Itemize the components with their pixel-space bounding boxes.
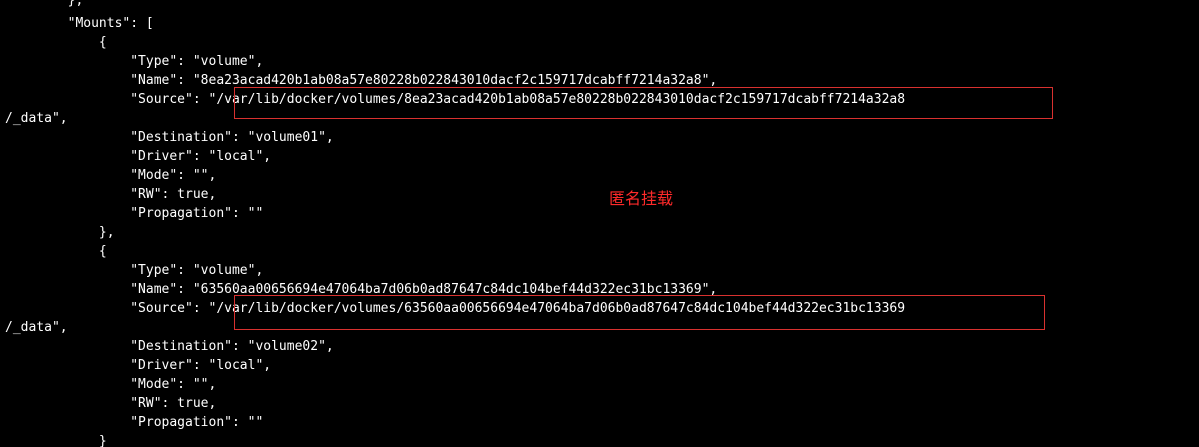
json-line-mount1-driver: "Driver": "local",	[5, 149, 272, 164]
json-line-mount2-propagation: "Propagation": ""	[5, 415, 264, 430]
json-line-mount1-open: {	[5, 35, 107, 50]
json-line-mounts-prev-close: },	[5, 0, 84, 8]
json-line-mount2-rw: "RW": true,	[5, 396, 217, 411]
json-line-mount1-mode: "Mode": "",	[5, 168, 217, 183]
json-line-mount2-source-wrap: /_data",	[5, 320, 68, 335]
json-line-mount1-close: },	[5, 225, 115, 240]
json-line-mount2-open: {	[5, 244, 107, 259]
anonymous-mount-annotation: 匿名挂载	[609, 189, 674, 208]
terminal-output[interactable]: }, "Mounts": [ { "Type": "volume", "Name…	[0, 0, 1199, 447]
source-path-highlight-2	[234, 295, 1045, 330]
json-line-mount2-driver: "Driver": "local",	[5, 358, 272, 373]
json-line-mount1-destination: "Destination": "volume01",	[5, 130, 334, 145]
json-line-mount2-destination: "Destination": "volume02",	[5, 339, 334, 354]
json-line-mount1-type: "Type": "volume",	[5, 54, 264, 69]
json-line-mount1-source-wrap: /_data",	[5, 111, 68, 126]
json-line-mount1-rw: "RW": true,	[5, 187, 217, 202]
json-line-mount2-type: "Type": "volume",	[5, 263, 264, 278]
json-line-mount2-close: }	[5, 434, 107, 447]
source-path-highlight-1	[234, 87, 1053, 119]
json-line-mount2-mode: "Mode": "",	[5, 377, 217, 392]
json-line-mount1-propagation: "Propagation": ""	[5, 206, 264, 221]
json-line-mounts-key: "Mounts": [	[5, 16, 154, 31]
